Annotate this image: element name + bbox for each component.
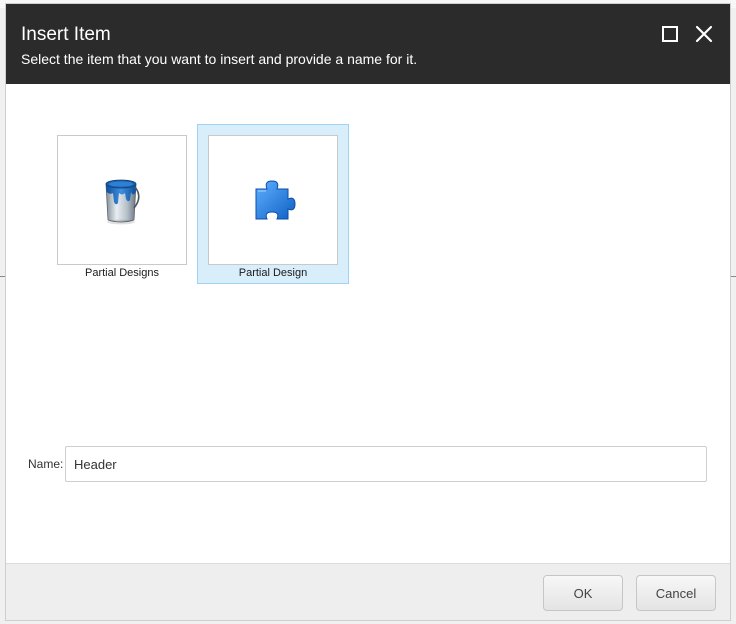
item-label: Partial Design xyxy=(238,267,308,279)
dialog-subtitle: Select the item that you want to insert … xyxy=(21,51,418,67)
dialog-footer: OK Cancel xyxy=(6,563,730,620)
dialog-title: Insert Item xyxy=(21,24,111,45)
close-icon[interactable] xyxy=(692,22,716,46)
dialog-content: Partial Designs Partial Design Name: xyxy=(6,84,730,563)
item-label: Partial Designs xyxy=(85,267,159,279)
puzzle-piece-icon xyxy=(255,180,296,220)
item-tile-partial-design[interactable]: Partial Design xyxy=(197,124,349,284)
maximize-icon[interactable] xyxy=(658,22,682,46)
ok-button[interactable]: OK xyxy=(543,575,623,611)
item-tile-partial-designs[interactable]: Partial Designs xyxy=(46,124,198,284)
item-thumbnail xyxy=(57,135,187,265)
name-input[interactable] xyxy=(65,446,707,482)
background-divider-right xyxy=(730,276,736,277)
name-label: Name: xyxy=(28,457,64,471)
dialog-header: Insert Item Select the item that you wan… xyxy=(6,4,730,84)
item-thumbnail xyxy=(208,135,338,265)
paint-bucket-icon xyxy=(105,179,140,225)
cancel-button[interactable]: Cancel xyxy=(636,575,716,611)
insert-item-dialog: Insert Item Select the item that you wan… xyxy=(6,4,730,620)
